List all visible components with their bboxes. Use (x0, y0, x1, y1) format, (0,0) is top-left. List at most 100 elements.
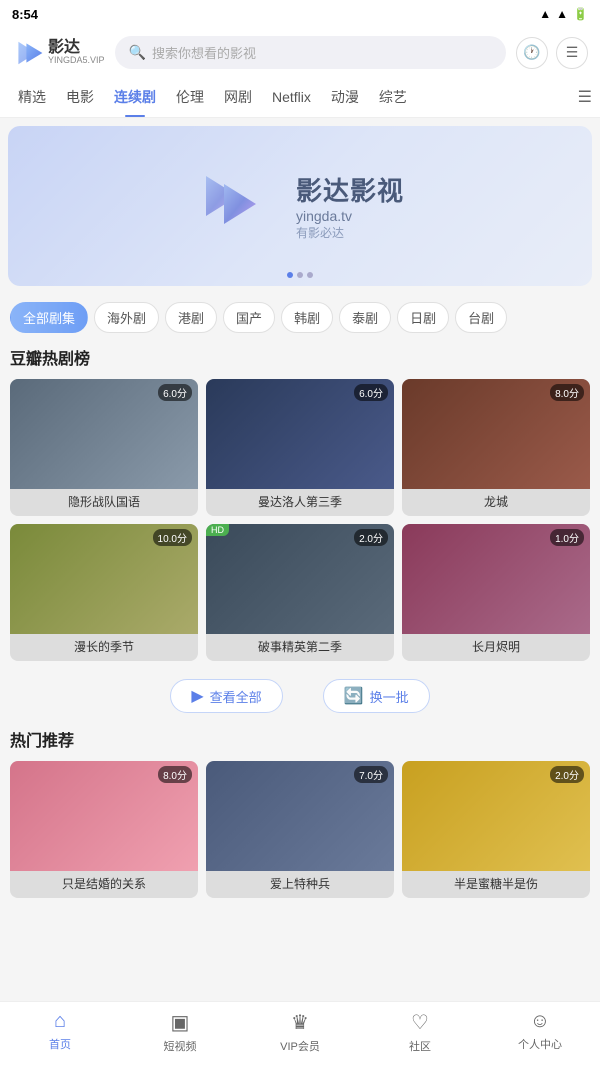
refresh-label: 换一批 (370, 687, 409, 706)
banner[interactable]: 影达影视 yingda.tv 有影必达 (8, 126, 592, 286)
media-label-2: 龙城 (402, 489, 590, 516)
banner-slogan: 有影必达 (296, 224, 404, 241)
nav-more-icon[interactable]: ☰ (578, 87, 592, 107)
filter-tag-韩剧[interactable]: 韩剧 (281, 302, 333, 333)
filter-tag-港剧[interactable]: 港剧 (165, 302, 217, 333)
hot-card-1[interactable]: 7.0分爱上特种兵 (206, 761, 394, 898)
filter-tag-日剧[interactable]: 日剧 (397, 302, 449, 333)
refresh-icon: 🔄 (344, 686, 364, 706)
banner-title: 影达影视 (296, 171, 404, 208)
nav-item-icon-首页: ⌂ (54, 1010, 66, 1033)
nav-item-icon-VIP会员: ♛ (291, 1010, 309, 1035)
nav-item-首页[interactable]: ⌂ 首页 (0, 1010, 120, 1054)
douban-card-4[interactable]: 2.0分 HD 破事精英第二季 (206, 524, 394, 661)
nav-item-label-VIP会员: VIP会员 (280, 1038, 320, 1054)
nav-tab-连续剧[interactable]: 连续剧 (104, 83, 166, 111)
nav-tab-动漫[interactable]: 动漫 (321, 83, 369, 111)
header-actions: 🕐 ☰ (516, 37, 588, 69)
nav-item-icon-短视频: ▣ (171, 1010, 190, 1035)
nav-item-icon-社区: ♡ (411, 1010, 429, 1035)
view-all-label: 查看全部 (210, 687, 262, 706)
douban-grid: 6.0分隐形战队国语6.0分曼达洛人第三季8.0分龙城10.0分漫长的季节2.0… (10, 379, 590, 661)
hot-media-label-1: 爱上特种兵 (206, 871, 394, 898)
hot-grid: 8.0分只是结婚的关系7.0分爱上特种兵2.0分半是蜜糖半是伤 (10, 761, 590, 898)
score-badge-0: 6.0分 (158, 384, 192, 401)
nav-item-社区[interactable]: ♡社区 (360, 1010, 480, 1054)
filter-tag-全部剧集[interactable]: 全部剧集 (10, 302, 88, 333)
hot-card-0[interactable]: 8.0分只是结婚的关系 (10, 761, 198, 898)
nav-item-label-首页: 首页 (49, 1036, 71, 1052)
douban-card-1[interactable]: 6.0分曼达洛人第三季 (206, 379, 394, 516)
hot-score-badge-0: 8.0分 (158, 766, 192, 783)
hot-section-title: 热门推荐 (10, 723, 590, 751)
douban-card-0[interactable]: 6.0分隐形战队国语 (10, 379, 198, 516)
filter-tag-台剧[interactable]: 台剧 (455, 302, 507, 333)
douban-card-2[interactable]: 8.0分龙城 (402, 379, 590, 516)
media-label-5: 长月烬明 (402, 634, 590, 661)
logo-main-text: 影达 (48, 39, 105, 57)
menu-button[interactable]: ☰ (556, 37, 588, 69)
score-badge-2: 8.0分 (550, 384, 584, 401)
hot-section: 热门推荐 8.0分只是结婚的关系7.0分爱上特种兵2.0分半是蜜糖半是伤 (0, 723, 600, 906)
wifi-icon: ▲ (539, 7, 551, 21)
nav-tab-伦理[interactable]: 伦理 (166, 83, 214, 111)
dot-2 (297, 272, 303, 278)
bottom-nav: ⌂ 首页 ▣ 短视频 ♛ VIP会员 ♡社区 ☺ 个人中心 (0, 1001, 600, 1066)
status-bar: 8:54 ▲ ▲ 🔋 (0, 0, 600, 28)
battery-icon: 🔋 (573, 7, 588, 21)
header: 影达 YINGDA5.VIP 🔍 搜索你想看的影视 🕐 ☰ (0, 28, 600, 77)
banner-logo-icon (196, 166, 276, 246)
signal-icon: ▲ (556, 7, 568, 21)
refresh-button[interactable]: 🔄 换一批 (323, 679, 430, 713)
douban-section-title: 豆瓣热剧榜 (10, 341, 590, 369)
app-logo-icon (12, 37, 44, 69)
nav-item-label-个人中心: 个人中心 (518, 1036, 562, 1052)
action-row: ▶ 查看全部 🔄 换一批 (0, 669, 600, 723)
hot-score-badge-2: 2.0分 (550, 766, 584, 783)
banner-dots (287, 272, 313, 278)
search-icon: 🔍 (129, 44, 146, 61)
banner-text-area: 影达影视 yingda.tv 有影必达 (296, 171, 404, 241)
hot-card-2[interactable]: 2.0分半是蜜糖半是伤 (402, 761, 590, 898)
logo-sub-text: YINGDA5.VIP (48, 56, 105, 66)
nav-tab-Netflix[interactable]: Netflix (262, 85, 321, 109)
score-badge-1: 6.0分 (354, 384, 388, 401)
nav-item-VIP会员[interactable]: ♛ VIP会员 (240, 1010, 360, 1054)
douban-section: 豆瓣热剧榜 6.0分隐形战队国语6.0分曼达洛人第三季8.0分龙城10.0分漫长… (0, 341, 600, 669)
media-label-1: 曼达洛人第三季 (206, 489, 394, 516)
media-label-4: 破事精英第二季 (206, 634, 394, 661)
green-badge-4: HD (206, 524, 229, 536)
nav-tab-综艺[interactable]: 综艺 (369, 83, 417, 111)
douban-card-3[interactable]: 10.0分漫长的季节 (10, 524, 198, 661)
hot-score-badge-1: 7.0分 (354, 766, 388, 783)
banner-content: 影达影视 yingda.tv 有影必达 (196, 166, 404, 246)
media-label-3: 漫长的季节 (10, 634, 198, 661)
status-icons: ▲ ▲ 🔋 (539, 7, 588, 21)
nav-tab-网剧[interactable]: 网剧 (214, 83, 262, 111)
nav-tabs: 精选电影连续剧伦理网剧Netflix动漫综艺 ☰ (0, 77, 600, 118)
logo-text: 影达 YINGDA5.VIP (48, 39, 105, 66)
nav-item-label-短视频: 短视频 (164, 1038, 197, 1054)
nav-item-icon-个人中心: ☺ (530, 1010, 550, 1033)
nav-tab-精选[interactable]: 精选 (8, 83, 56, 111)
history-button[interactable]: 🕐 (516, 37, 548, 69)
status-time: 8:54 (12, 7, 38, 22)
view-all-button[interactable]: ▶ 查看全部 (170, 679, 282, 713)
logo-area: 影达 YINGDA5.VIP (12, 37, 105, 69)
dot-3 (307, 272, 313, 278)
play-icon: ▶ (191, 686, 203, 706)
nav-item-个人中心[interactable]: ☺ 个人中心 (480, 1010, 600, 1054)
hot-media-label-0: 只是结婚的关系 (10, 871, 198, 898)
score-badge-5: 1.0分 (550, 529, 584, 546)
score-badge-4: 2.0分 (354, 529, 388, 546)
score-badge-3: 10.0分 (153, 529, 192, 546)
filter-tag-国产[interactable]: 国产 (223, 302, 275, 333)
hot-media-label-2: 半是蜜糖半是伤 (402, 871, 590, 898)
filter-tag-海外剧[interactable]: 海外剧 (94, 302, 159, 333)
nav-item-短视频[interactable]: ▣ 短视频 (120, 1010, 240, 1054)
filter-tag-泰剧[interactable]: 泰剧 (339, 302, 391, 333)
media-label-0: 隐形战队国语 (10, 489, 198, 516)
nav-tab-电影[interactable]: 电影 (56, 83, 104, 111)
douban-card-5[interactable]: 1.0分长月烬明 (402, 524, 590, 661)
search-bar[interactable]: 🔍 搜索你想看的影视 (115, 36, 506, 69)
